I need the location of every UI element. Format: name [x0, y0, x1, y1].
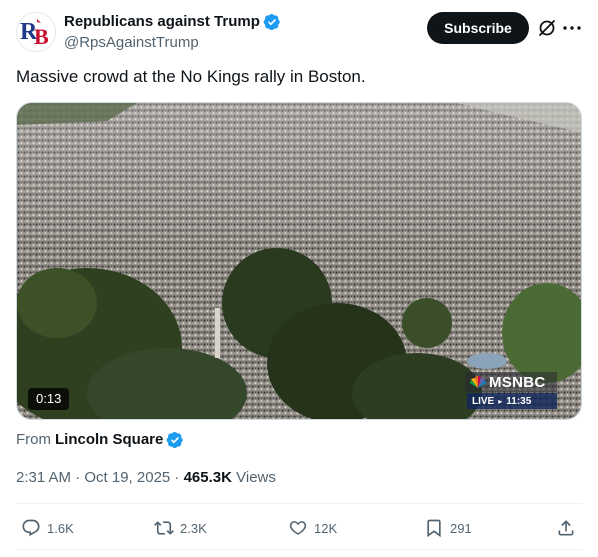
- repost-icon: [154, 521, 174, 535]
- reply-button[interactable]: 1.6K: [21, 514, 74, 542]
- post-metadata: 2:31 AM · Oct 19, 2025 · 465.3K Views: [16, 468, 276, 488]
- verified-badge-icon: [167, 431, 184, 449]
- author-name-row[interactable]: Republicans against Trump: [64, 12, 281, 32]
- heart-icon: [289, 521, 307, 535]
- peacock-icon: [470, 376, 486, 388]
- divider: [16, 549, 582, 550]
- video-player[interactable]: 0:13 MSNBC LIVE ▸ 11:35: [16, 102, 582, 420]
- repost-count: 2.3K: [180, 520, 207, 536]
- views-count: 465.3K: [183, 469, 232, 486]
- bookmark-count: 291: [450, 520, 472, 536]
- live-time-bar: LIVE ▸ 11:35: [467, 393, 557, 409]
- like-button[interactable]: 12K: [288, 514, 337, 542]
- live-time: 11:35: [506, 395, 532, 407]
- community-link[interactable]: Lincoln Square: [55, 430, 163, 450]
- bookmark-button[interactable]: 291: [424, 514, 472, 542]
- from-prefix: From: [16, 431, 51, 448]
- live-arrow-icon: ▸: [498, 396, 503, 406]
- grok-icon[interactable]: [537, 18, 557, 38]
- reply-icon: [22, 519, 40, 537]
- live-label: LIVE: [472, 395, 495, 407]
- more-dots-icon[interactable]: [562, 18, 582, 38]
- reply-count: 1.6K: [47, 520, 74, 536]
- share-icon: [558, 520, 574, 536]
- author-display-name[interactable]: Republicans against Trump: [64, 12, 260, 32]
- views-label: Views: [231, 469, 276, 486]
- network-name: MSNBC: [489, 373, 546, 391]
- subscribe-button[interactable]: Subscribe: [427, 12, 529, 44]
- avatar[interactable]: R B: [16, 12, 56, 52]
- repost-button[interactable]: 2.3K: [154, 514, 207, 542]
- verified-badge-icon[interactable]: [263, 13, 281, 31]
- community-source: From Lincoln Square: [16, 430, 184, 450]
- share-button[interactable]: [556, 514, 582, 542]
- video-duration-badge: 0:13: [28, 388, 70, 410]
- post-timestamp[interactable]: 2:31 AM · Oct 19, 2025 ·: [16, 469, 184, 486]
- divider: [16, 503, 582, 504]
- bookmark-icon: [427, 519, 441, 538]
- network-logo: MSNBC: [465, 372, 557, 392]
- author-handle[interactable]: @RpsAgainstTrump: [64, 33, 281, 53]
- action-bar: 1.6K 2.3K 12K 291: [16, 514, 582, 542]
- like-count: 12K: [314, 520, 338, 536]
- avatar-logo: R B: [17, 13, 55, 51]
- author-info: Republicans against Trump @RpsAgainstTru…: [64, 12, 281, 53]
- post-header: R B Republicans against Trump @RpsAgains…: [16, 10, 582, 54]
- post-text: Massive crowd at the No Kings rally in B…: [16, 67, 366, 86]
- svg-text:B: B: [34, 24, 49, 49]
